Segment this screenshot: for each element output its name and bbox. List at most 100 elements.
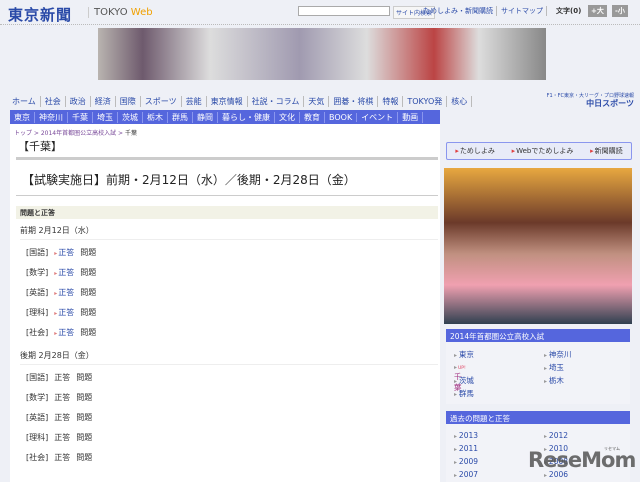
subject-label: [社会] (26, 328, 49, 337)
subject-row: [社会] 正答問題 (26, 327, 96, 338)
problem-label: 問題 (76, 393, 93, 402)
year-link[interactable]: 2012 (544, 431, 568, 440)
problem-label: 問題 (76, 373, 93, 382)
year-link[interactable]: 2011 (454, 444, 478, 453)
regional-nav-item[interactable]: 教育 (300, 111, 325, 123)
site-logo[interactable]: 東京新聞 (8, 4, 72, 25)
sidebar-ad-image[interactable] (444, 168, 632, 324)
answer-link: 正答 (54, 373, 71, 382)
chunichi-sports-link[interactable]: F1・FC東京・大リーグ・プロ野球速報 中日スポーツ (540, 92, 634, 109)
divider (16, 195, 438, 196)
nav-item[interactable]: 社会 (41, 96, 66, 107)
nav-item[interactable]: 天気 (304, 96, 330, 107)
subject-label: [英語] (26, 413, 49, 422)
regional-nav-item[interactable]: 茨城 (118, 111, 143, 123)
divider (16, 157, 438, 160)
regional-nav-item[interactable]: 千葉 (68, 111, 93, 123)
regional-nav-item[interactable]: 動画 (398, 111, 424, 123)
exam-dates-title: 【試験実施日】前期・2月12日（水）／後期・2月28日（金） (22, 173, 356, 187)
prefecture-link[interactable]: 東京 (454, 349, 474, 360)
nav-item[interactable]: 芸能 (182, 96, 207, 107)
regional-nav-item[interactable]: 神奈川 (35, 111, 68, 123)
subject-row: [数学] 正答問題 (26, 392, 92, 403)
sitemap-link[interactable]: サイトマップ (501, 6, 547, 16)
problem-label: 問題 (76, 413, 93, 422)
problem-label: 問題 (80, 328, 97, 337)
nav-item[interactable]: 経済 (91, 96, 116, 107)
nav-item[interactable]: 社説・コラム (248, 96, 305, 107)
regional-nav-item[interactable]: BOOK (325, 112, 358, 122)
subject-label: [理科] (26, 308, 49, 317)
regional-nav-item[interactable]: 群馬 (168, 111, 193, 123)
subject-row: [理科] 正答問題 (26, 432, 92, 443)
web-trial-read-button[interactable]: Webでためしよみ (512, 146, 573, 156)
nav-item[interactable]: スポーツ (141, 96, 182, 107)
breadcrumb-parent[interactable]: 2014年首都圏公立高校入試 (41, 130, 116, 137)
subject-label: [数学] (26, 268, 49, 277)
regional-nav-item[interactable]: 静岡 (193, 111, 218, 123)
regional-nav-item[interactable]: イベント (357, 111, 399, 123)
year-link[interactable]: 2009 (454, 457, 478, 466)
nav-item[interactable]: 囲碁・将棋 (329, 96, 379, 107)
prefecture-list: 東京 神奈川千葉UP! 埼玉茨城 栃木群馬 (446, 342, 630, 404)
breadcrumb-top[interactable]: トップ (14, 130, 32, 137)
tokyo-web-logo[interactable]: TOKYO Web (88, 7, 153, 18)
nav-item[interactable]: 政治 (66, 96, 91, 107)
breadcrumb-current: 千葉 (124, 130, 137, 137)
ad-banner[interactable] (98, 28, 546, 80)
breadcrumb-sep: > (116, 130, 125, 137)
regional-nav-item[interactable]: 文化 (275, 111, 300, 123)
font-smaller-button[interactable]: -小 (612, 5, 628, 17)
answer-link[interactable]: 正答 (54, 287, 74, 298)
subject-label: [国語] (26, 373, 49, 382)
primary-nav: ホーム 社会 政治 経済 国際 スポーツ 芸能 東京情報 社説・コラム 天気 囲碁・将棋 特報 TOKY… (12, 96, 473, 107)
font-size-label: 文字(0) (556, 7, 582, 15)
period-heading: 前期 2月12日（水） (20, 225, 438, 240)
problem-label: 問題 (80, 268, 97, 277)
answer-link: 正答 (54, 433, 71, 442)
answer-link: 正答 (54, 413, 71, 422)
nav-item[interactable]: ホーム (12, 96, 41, 107)
nav-item[interactable]: 核心 (447, 96, 473, 107)
font-larger-button[interactable]: +大 (588, 5, 607, 17)
subject-label: [理科] (26, 433, 49, 442)
subscribe-button[interactable]: 新聞購読 (590, 146, 623, 156)
prefecture-link[interactable]: 茨城 (454, 375, 474, 386)
answer-link: 正答 (54, 453, 71, 462)
nav-item[interactable]: TOKYO発 (403, 96, 448, 107)
year-link[interactable]: 2013 (454, 431, 478, 440)
prefecture-link[interactable]: 群馬 (454, 388, 474, 399)
search-input[interactable] (298, 6, 390, 16)
regional-nav-item[interactable]: 埼玉 (93, 111, 118, 123)
regional-nav-item[interactable]: 栃木 (143, 111, 168, 123)
subject-row: [英語] 正答問題 (26, 287, 96, 298)
nav-item[interactable]: 東京情報 (207, 96, 248, 107)
page-heading: 【千葉】 (18, 140, 62, 153)
subject-row: [数学] 正答問題 (26, 267, 96, 278)
nav-item[interactable]: 特報 (378, 96, 404, 107)
regional-nav-item[interactable]: 暮らし・健康 (218, 111, 275, 123)
logo-sub-b: Web (130, 7, 153, 18)
prefecture-link[interactable]: 埼玉 (544, 362, 564, 373)
answer-link[interactable]: 正答 (54, 307, 74, 318)
subject-row: [国語] 正答問題 (26, 372, 92, 383)
prefecture-link[interactable]: 栃木 (544, 375, 564, 386)
year-link[interactable]: 2007 (454, 470, 478, 479)
regional-nav: 東京 神奈川 千葉 埼玉 茨城 栃木 群馬 静岡 暮らし・健康 文化 教育 BOOK イベント 動画 (10, 110, 440, 124)
problem-label: 問題 (80, 248, 97, 257)
answer-link[interactable]: 正答 (54, 247, 74, 258)
problem-label: 問題 (76, 433, 93, 442)
sports-link-line2: 中日スポーツ (586, 99, 634, 108)
subject-row: [英語] 正答問題 (26, 412, 92, 423)
subject-label: [数学] (26, 393, 49, 402)
trial-read-button[interactable]: ためしよみ (455, 146, 495, 156)
trial-subscribe-link[interactable]: ためしよみ・新聞購読 (423, 6, 497, 16)
answer-link[interactable]: 正答 (54, 327, 74, 338)
regional-nav-item[interactable]: 東京 (10, 111, 35, 123)
prefecture-item[interactable]: 千葉UP! (454, 362, 466, 392)
prefecture-link[interactable]: 神奈川 (544, 349, 572, 360)
subscription-buttons: ためしよみ Webでためしよみ 新聞購読 (446, 142, 632, 160)
nav-item[interactable]: 国際 (116, 96, 141, 107)
answer-link[interactable]: 正答 (54, 267, 74, 278)
resemom-watermark-sub: リセマム (604, 446, 620, 451)
